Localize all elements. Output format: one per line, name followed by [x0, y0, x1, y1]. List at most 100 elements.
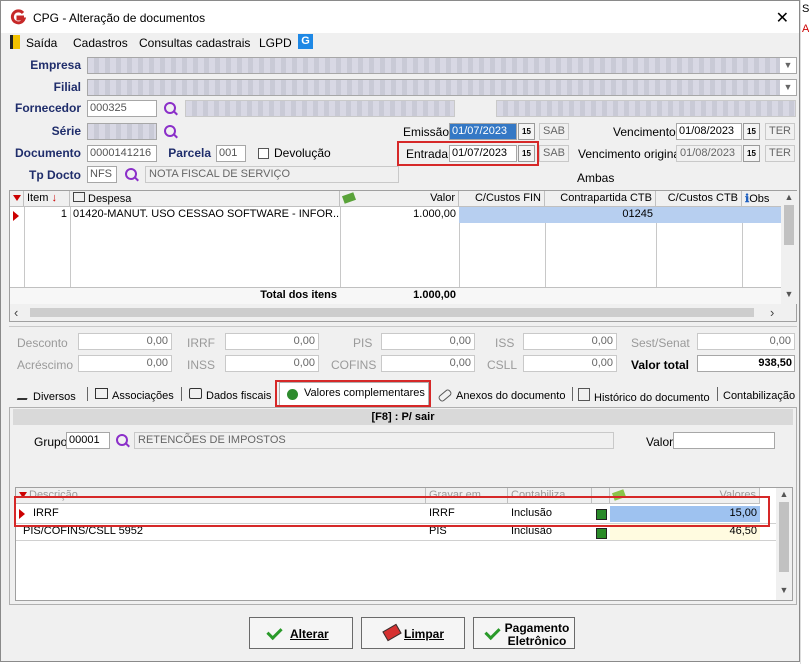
- exit-icon[interactable]: [10, 35, 20, 49]
- documento-label: Documento: [15, 146, 81, 160]
- tab-associacoes[interactable]: Associações: [95, 388, 174, 402]
- chevron-down-icon[interactable]: ▼: [780, 80, 796, 95]
- entrada-weekday: SAB: [539, 145, 569, 162]
- calendar-icon[interactable]: 15: [743, 145, 760, 162]
- title-bar: CPG - Alteração de documentos ✕: [1, 1, 799, 33]
- empresa-combo[interactable]: ▼: [87, 57, 797, 74]
- lgpd-logo-icon[interactable]: G: [298, 34, 313, 49]
- column-header-contrapartida[interactable]: Contrapartida CTB: [545, 191, 656, 207]
- column-header-valor[interactable]: Valor: [340, 191, 459, 207]
- items-grid[interactable]: Item ↓ Despesa Valor C/Custos FIN Contra…: [9, 190, 797, 322]
- background-text-fragment: S: [802, 3, 809, 15]
- tab-anexos[interactable]: Anexos do documento: [437, 388, 565, 403]
- fornecedor-doc-field: [496, 100, 796, 117]
- vertical-scrollbar[interactable]: ▲ ▼: [776, 488, 792, 600]
- parcela-input[interactable]: 001: [216, 145, 246, 162]
- cofins-field: 0,00: [381, 355, 475, 372]
- tab-separator: [87, 387, 88, 401]
- emissao-label: Emissão: [403, 125, 450, 139]
- cofins-label: COFINS: [331, 358, 377, 372]
- paperclip-icon: [437, 388, 453, 403]
- row-divider: [16, 540, 776, 541]
- parcela-label: Parcela: [168, 146, 211, 160]
- acrescimo-label: Acréscimo: [17, 358, 74, 372]
- scroll-right-icon[interactable]: ›: [770, 305, 774, 320]
- scroll-icon: [578, 388, 590, 401]
- tab-dados-fiscais[interactable]: Dados fiscais: [189, 388, 271, 402]
- emissao-date-input[interactable]: 01/07/2023: [449, 123, 517, 140]
- column-header-ccustos-ctb[interactable]: C/Custos CTB: [656, 191, 742, 207]
- calendar-icon[interactable]: 15: [743, 123, 760, 140]
- close-icon[interactable]: ✕: [776, 8, 789, 28]
- desconto-label: Desconto: [17, 336, 68, 350]
- inss-field: 0,00: [225, 355, 319, 372]
- devolucao-checkbox[interactable]: [258, 148, 269, 159]
- serie-input[interactable]: [87, 123, 157, 140]
- item-cell[interactable]: 1: [24, 207, 70, 223]
- ambas-label: Ambas: [577, 171, 615, 185]
- pagamento-eletronico-button[interactable]: Pagamento Eletrônico: [473, 617, 575, 649]
- sest-senat-label: Sest/Senat: [631, 336, 690, 350]
- eraser-icon: [382, 623, 402, 642]
- pis-field: 0,00: [381, 333, 475, 350]
- scroll-thumb[interactable]: [30, 308, 754, 317]
- tab-diversos[interactable]: Diversos: [16, 388, 76, 403]
- contrapartida-cell[interactable]: 01245: [545, 207, 656, 223]
- scroll-thumb[interactable]: [779, 502, 789, 572]
- vencimento-weekday: TER: [765, 123, 795, 140]
- scroll-down-icon[interactable]: ▼: [781, 289, 797, 299]
- scroll-thumb[interactable]: [784, 205, 794, 245]
- total-value: 1.000,00: [413, 289, 456, 301]
- checkmark-icon: [266, 623, 283, 641]
- tab-separator: [572, 387, 573, 401]
- acrescimo-field: 0,00: [78, 355, 172, 372]
- filial-combo[interactable]: ▼: [87, 79, 797, 96]
- search-icon[interactable]: [125, 168, 139, 182]
- devolucao-label: Devolução: [274, 146, 331, 160]
- fornecedor-code-input[interactable]: 000325: [87, 100, 157, 117]
- valor-cell[interactable]: 1.000,00: [340, 207, 459, 223]
- scroll-left-icon[interactable]: ‹: [14, 305, 18, 320]
- alterar-button[interactable]: Alterar: [249, 617, 353, 649]
- vencimento-date-input[interactable]: 01/08/2023: [676, 123, 742, 140]
- scroll-down-icon[interactable]: ▼: [776, 585, 792, 595]
- scroll-up-icon[interactable]: ▲: [781, 192, 797, 202]
- search-icon[interactable]: [164, 125, 178, 139]
- menu-item-saida[interactable]: Saída: [26, 36, 57, 50]
- fornecedor-label: Fornecedor: [14, 101, 81, 115]
- tab-separator: [181, 387, 182, 401]
- search-icon[interactable]: [116, 434, 130, 448]
- menu-item-cadastros[interactable]: Cadastros: [73, 36, 128, 50]
- row-pointer-icon: [13, 211, 19, 221]
- scroll-up-icon[interactable]: ▲: [776, 489, 792, 499]
- tab-contabilizacao[interactable]: Contabilização: [723, 388, 795, 402]
- tab-historico[interactable]: Histórico do documento: [578, 388, 710, 404]
- despesa-cell[interactable]: 01420-MANUT. USO CESSAO SOFTWARE - INFOR…: [70, 207, 340, 223]
- column-header-item[interactable]: Item ↓: [24, 191, 70, 207]
- chevron-down-icon[interactable]: ▼: [780, 58, 796, 73]
- grupo-description: RETENCÕES DE IMPOSTOS: [134, 432, 614, 449]
- background-window-edge: [800, 0, 809, 664]
- documento-input[interactable]: 0000141216: [87, 145, 157, 162]
- grupo-code-input[interactable]: 00001: [66, 432, 110, 449]
- tp-docto-code-input[interactable]: NFS: [87, 166, 117, 183]
- app-logo-icon: [10, 9, 26, 25]
- menu-item-consultas[interactable]: Consultas cadastrais: [139, 36, 250, 50]
- column-header-despesa[interactable]: Despesa: [70, 191, 340, 207]
- column-header-ccustos-fin[interactable]: C/Custos FIN: [459, 191, 545, 207]
- limpar-button[interactable]: Limpar: [361, 617, 465, 649]
- book-icon: [189, 388, 202, 399]
- vertical-scrollbar[interactable]: ▲ ▼: [781, 191, 797, 304]
- empresa-label: Empresa: [30, 58, 81, 72]
- window-title: CPG - Alteração de documentos: [33, 11, 206, 25]
- sest-senat-field: 0,00: [697, 333, 795, 350]
- search-icon[interactable]: [164, 102, 178, 116]
- menu-item-lgpd[interactable]: LGPD: [259, 36, 292, 50]
- money-icon: [341, 192, 357, 204]
- emissao-weekday: SAB: [539, 123, 569, 140]
- valor-input[interactable]: [673, 432, 775, 449]
- column-header-obs[interactable]: ℹObs: [742, 191, 782, 207]
- entrada-highlight-box: [397, 141, 539, 166]
- calendar-icon[interactable]: 15: [518, 123, 535, 140]
- horizontal-scrollbar[interactable]: ‹ ›: [10, 304, 796, 321]
